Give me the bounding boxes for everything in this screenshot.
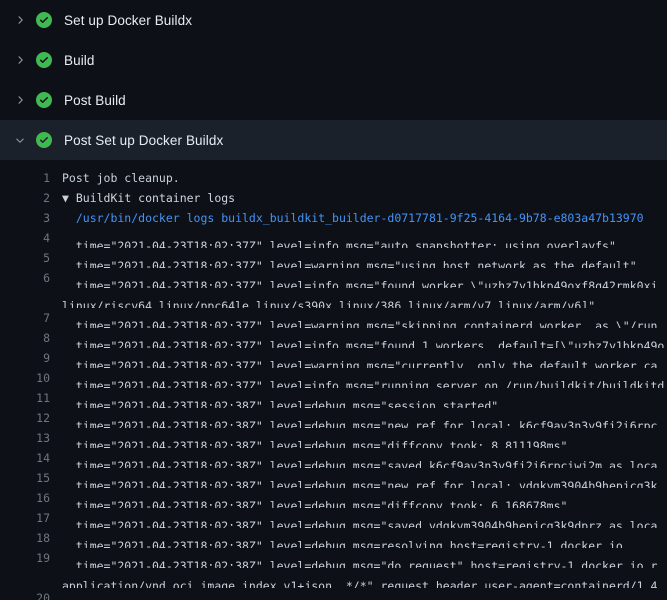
group-expanded-icon[interactable]: ▼	[62, 191, 76, 205]
log-row: 19 time="2021-04-23T18:02:38Z" level=deb…	[0, 548, 667, 568]
log-text: linux/riscv64 linux/ppc64le linux/s390x …	[62, 288, 667, 308]
log-row: 3 /usr/bin/docker logs buildx_buildkit_b…	[0, 208, 667, 228]
chevron-down-icon	[12, 132, 28, 148]
chevron-right-icon	[12, 52, 28, 68]
log-row: 11 time="2021-04-23T18:02:38Z" level=deb…	[0, 388, 667, 408]
log-text: time="2021-04-23T18:02:38Z" level=debug …	[62, 548, 667, 568]
line-number[interactable]: 1	[0, 168, 50, 188]
log-text: time="2021-04-23T18:02:37Z" level=warnin…	[62, 348, 667, 368]
line-number[interactable]: 10	[0, 368, 50, 388]
log-text: time="2021-04-23T18:02:37Z" level=info m…	[62, 228, 667, 248]
log-row: 13 time="2021-04-23T18:02:38Z" level=deb…	[0, 428, 667, 448]
log-text: time="2021-04-23T18:02:38Z" level=debug …	[62, 408, 667, 428]
line-number[interactable]: 5	[0, 248, 50, 268]
log-row: 15 time="2021-04-23T18:02:38Z" level=deb…	[0, 468, 667, 488]
check-circle-icon	[36, 12, 52, 28]
check-circle-icon	[36, 132, 52, 148]
log-row: 20 time="2021-04-23T18:02:38Z" level=deb…	[0, 588, 667, 600]
step-label: Post Set up Docker Buildx	[64, 133, 223, 148]
step-row-post-build[interactable]: Post Build	[0, 80, 667, 120]
log-text: Post job cleanup.	[62, 168, 667, 188]
line-number[interactable]: 2	[0, 188, 50, 208]
log-row: 1 Post job cleanup.	[0, 168, 667, 188]
log-text: time="2021-04-23T18:02:38Z" level=debug …	[62, 448, 667, 468]
line-number[interactable]: 11	[0, 388, 50, 408]
line-number[interactable]: 20	[0, 588, 50, 600]
log-row: 14 time="2021-04-23T18:02:38Z" level=deb…	[0, 448, 667, 468]
chevron-right-icon	[12, 92, 28, 108]
check-circle-icon	[36, 52, 52, 68]
line-number[interactable]: 16	[0, 488, 50, 508]
step-label: Post Build	[64, 93, 126, 108]
chevron-right-icon	[12, 12, 28, 28]
line-number[interactable]: 15	[0, 468, 50, 488]
log-viewer: 1 Post job cleanup. 2 ▼ BuildKit container …	[0, 160, 667, 600]
log-row: 18 time="2021-04-23T18:02:38Z" level=deb…	[0, 528, 667, 548]
line-number	[0, 568, 50, 588]
line-number[interactable]: 4	[0, 228, 50, 248]
log-row: 5 time="2021-04-23T18:02:37Z" level=warn…	[0, 248, 667, 268]
step-row-build[interactable]: Build	[0, 40, 667, 80]
line-number[interactable]: 13	[0, 428, 50, 448]
line-number[interactable]: 6	[0, 268, 50, 288]
line-number[interactable]: 8	[0, 328, 50, 348]
log-row: 12 time="2021-04-23T18:02:38Z" level=deb…	[0, 408, 667, 428]
step-label: Set up Docker Buildx	[64, 13, 192, 28]
log-row: 17 time="2021-04-23T18:02:38Z" level=deb…	[0, 508, 667, 528]
log-text: time="2021-04-23T18:02:38Z" level=debug …	[62, 488, 667, 508]
check-circle-icon	[36, 92, 52, 108]
log-text: time="2021-04-23T18:02:38Z" level=debug …	[62, 388, 667, 408]
log-group-label[interactable]: ▼ BuildKit container logs	[62, 188, 667, 208]
line-number[interactable]: 18	[0, 528, 50, 548]
log-text: time="2021-04-23T18:02:37Z" level=info m…	[62, 268, 667, 288]
log-row: application/vnd.oci.image.index.v1+json,…	[0, 568, 667, 588]
log-row: 2 ▼ BuildKit container logs	[0, 188, 667, 208]
log-text: time="2021-04-23T18:02:38Z" level=debug …	[62, 428, 667, 448]
line-number[interactable]: 7	[0, 308, 50, 328]
line-number[interactable]: 19	[0, 548, 50, 568]
step-row-set-up-docker-buildx[interactable]: Set up Docker Buildx	[0, 0, 667, 40]
step-row-post-set-up-docker-buildx[interactable]: Post Set up Docker Buildx	[0, 120, 667, 160]
log-text: time="2021-04-23T18:02:38Z" level=debug …	[62, 528, 667, 548]
step-label: Build	[64, 53, 95, 68]
log-row: 7 time="2021-04-23T18:02:37Z" level=warn…	[0, 308, 667, 328]
log-text: application/vnd.oci.image.index.v1+json,…	[62, 568, 667, 588]
log-text: time="2021-04-23T18:02:37Z" level=warnin…	[62, 308, 667, 328]
line-number[interactable]: 3	[0, 208, 50, 228]
log-text: time="2021-04-23T18:02:37Z" level=info m…	[62, 328, 667, 348]
log-command-text: /usr/bin/docker logs buildx_buildkit_bui…	[62, 208, 667, 228]
log-row: 4 time="2021-04-23T18:02:37Z" level=info…	[0, 228, 667, 248]
log-text: time="2021-04-23T18:02:38Z" level=debug …	[62, 468, 667, 488]
line-number[interactable]: 14	[0, 448, 50, 468]
log-row: 8 time="2021-04-23T18:02:37Z" level=info…	[0, 328, 667, 348]
log-text: time="2021-04-23T18:02:38Z" level=debug …	[62, 588, 667, 600]
log-text: time="2021-04-23T18:02:38Z" level=debug …	[62, 508, 667, 528]
log-text: time="2021-04-23T18:02:37Z" level=warnin…	[62, 248, 667, 268]
log-row: 10 time="2021-04-23T18:02:37Z" level=inf…	[0, 368, 667, 388]
log-row: linux/riscv64 linux/ppc64le linux/s390x …	[0, 288, 667, 308]
log-text: time="2021-04-23T18:02:37Z" level=info m…	[62, 368, 667, 388]
steps-list: Set up Docker Buildx Build Post Build Po…	[0, 0, 667, 160]
line-number[interactable]: 17	[0, 508, 50, 528]
log-row: 6 time="2021-04-23T18:02:37Z" level=info…	[0, 268, 667, 288]
line-number[interactable]: 12	[0, 408, 50, 428]
log-row: 16 time="2021-04-23T18:02:38Z" level=deb…	[0, 488, 667, 508]
line-number	[0, 288, 50, 308]
line-number[interactable]: 9	[0, 348, 50, 368]
log-row: 9 time="2021-04-23T18:02:37Z" level=warn…	[0, 348, 667, 368]
